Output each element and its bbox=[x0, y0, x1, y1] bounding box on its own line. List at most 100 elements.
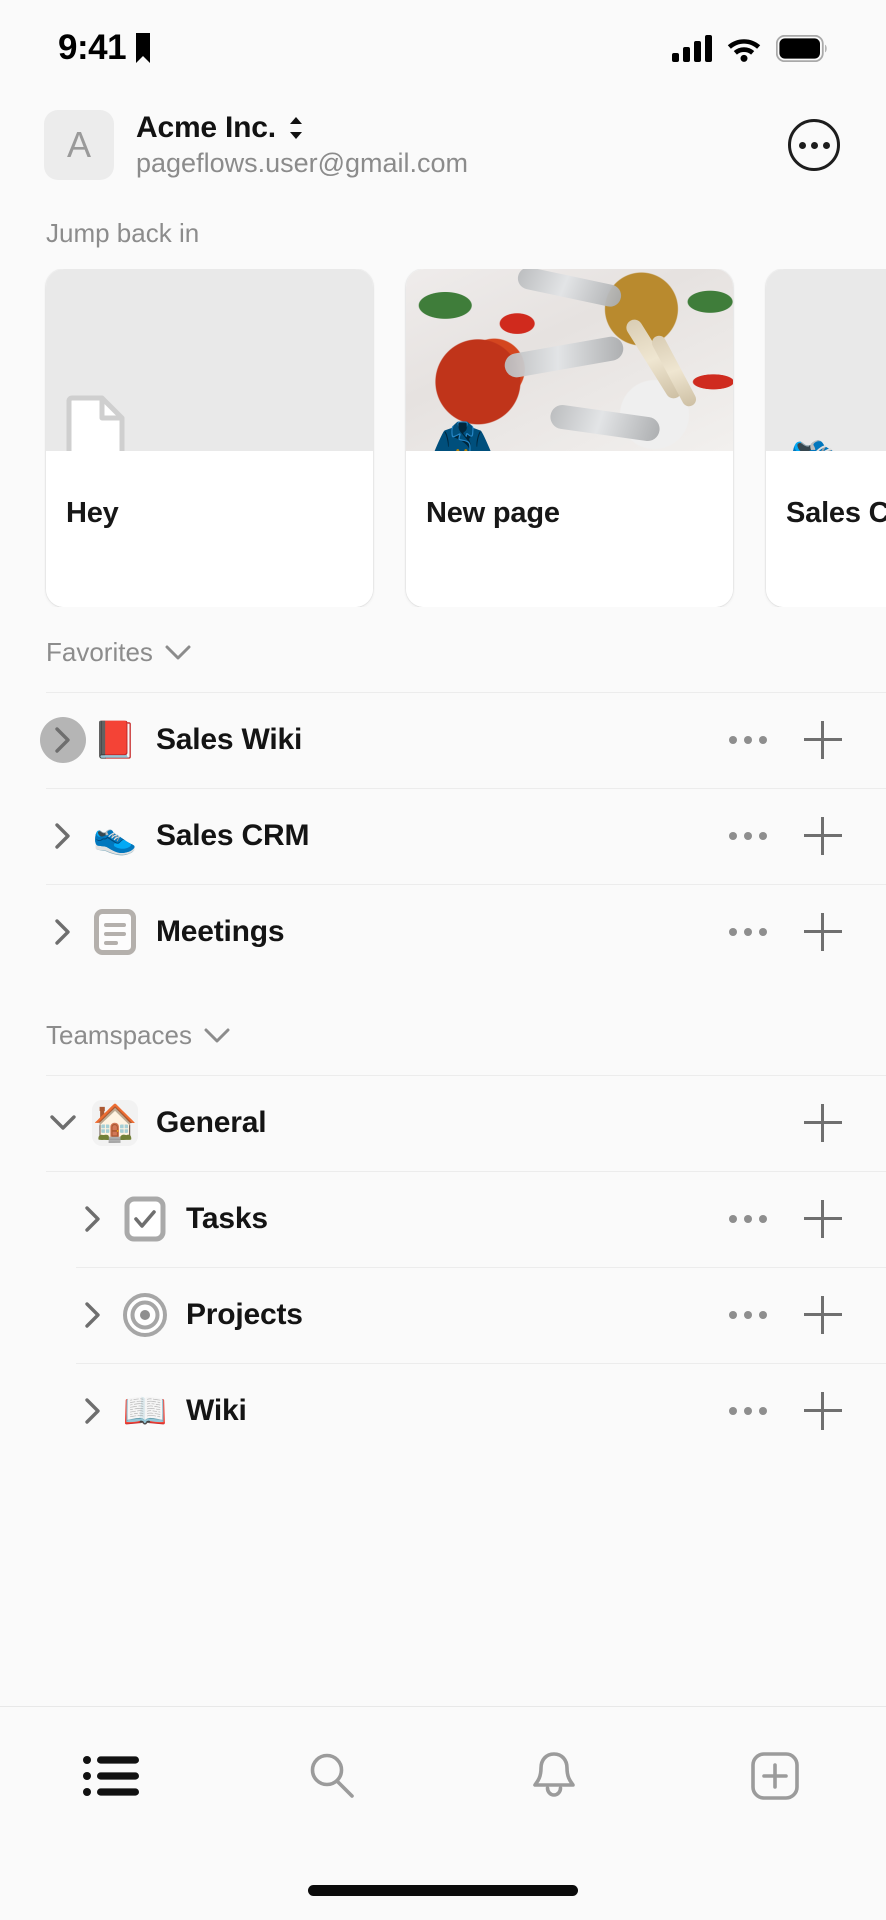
chevron-down-icon bbox=[165, 645, 191, 659]
ellipsis-icon[interactable] bbox=[726, 928, 770, 936]
closed-book-emoji: 📕 bbox=[92, 719, 138, 760]
recent-card[interactable]: 👟 Sales C bbox=[766, 269, 886, 607]
battery-icon bbox=[776, 34, 827, 62]
bell-icon bbox=[532, 1752, 575, 1797]
teamspaces-title: Teamspaces bbox=[46, 1020, 192, 1050]
app-screen: 9:41 A Acme Inc. pageflows.user@gmail.co… bbox=[0, 0, 886, 1920]
chevron-down-icon bbox=[204, 1028, 230, 1042]
chevron-right-icon[interactable] bbox=[40, 813, 86, 859]
teamspaces-header[interactable]: Teamspaces bbox=[0, 980, 886, 1071]
list-item[interactable]: Tasks bbox=[0, 1171, 886, 1267]
status-time: 9:41 bbox=[58, 28, 127, 67]
jump-back-in-carousel[interactable]: Hey 🧥 New page � bbox=[0, 269, 886, 607]
status-bar-right bbox=[672, 34, 828, 62]
note-card-icon bbox=[92, 909, 138, 955]
card-body: New page bbox=[406, 451, 733, 607]
tab-new[interactable] bbox=[665, 1741, 886, 1811]
status-bar: 9:41 bbox=[0, 0, 886, 96]
running-shoe-emoji: 👟 bbox=[92, 815, 138, 856]
account-text: Acme Inc. pageflows.user@gmail.com bbox=[136, 111, 766, 179]
recent-card[interactable]: Hey bbox=[46, 269, 373, 607]
account-email: pageflows.user@gmail.com bbox=[136, 148, 469, 178]
status-bar-left: 9:41 bbox=[58, 28, 151, 68]
add-icon[interactable] bbox=[804, 1296, 842, 1334]
teamspaces-list: 🏠 General Tasks Projects 📖 Wiki bbox=[0, 1075, 886, 1459]
add-icon[interactable] bbox=[804, 1104, 842, 1142]
wifi-icon bbox=[727, 38, 761, 62]
add-icon[interactable] bbox=[804, 721, 842, 759]
home-indicator-area bbox=[0, 1860, 886, 1920]
card-body: Sales C bbox=[766, 451, 886, 607]
open-book-emoji: 📖 bbox=[122, 1390, 168, 1431]
checkbox-icon bbox=[122, 1196, 168, 1242]
list-item[interactable]: 📖 Wiki bbox=[0, 1363, 886, 1459]
ellipsis-icon[interactable] bbox=[726, 1311, 770, 1319]
page-icon bbox=[66, 395, 125, 451]
list-item[interactable]: Meetings bbox=[0, 884, 886, 980]
chevron-right-icon[interactable] bbox=[40, 909, 86, 955]
favorites-title: Favorites bbox=[46, 637, 153, 667]
row-actions bbox=[726, 1200, 842, 1238]
favorites-header[interactable]: Favorites bbox=[0, 607, 886, 688]
workspace-name: Acme Inc. bbox=[136, 111, 276, 144]
row-actions bbox=[804, 1104, 842, 1142]
ellipsis-icon[interactable] bbox=[726, 1215, 770, 1223]
row-actions bbox=[726, 913, 842, 951]
chevron-up-down-icon bbox=[289, 117, 302, 139]
bullseye-icon bbox=[122, 1292, 168, 1338]
chevron-right-icon[interactable] bbox=[70, 1292, 116, 1338]
add-icon[interactable] bbox=[804, 913, 842, 951]
tab-bar bbox=[0, 1706, 886, 1860]
running-shoe-emoji: 👟 bbox=[788, 421, 865, 452]
ellipsis-icon[interactable] bbox=[726, 736, 770, 744]
add-icon[interactable] bbox=[804, 1392, 842, 1430]
home-indicator bbox=[308, 1884, 578, 1896]
list-item[interactable]: 👟 Sales CRM bbox=[0, 788, 886, 884]
card-title: Hey bbox=[66, 497, 119, 529]
workspace-switcher[interactable]: Acme Inc. bbox=[136, 111, 766, 145]
avatar: A bbox=[44, 110, 114, 180]
add-icon[interactable] bbox=[804, 1200, 842, 1238]
ellipsis-icon[interactable] bbox=[726, 1407, 770, 1415]
chevron-right-icon[interactable] bbox=[40, 717, 86, 763]
row-actions bbox=[726, 721, 842, 759]
chevron-down-icon[interactable] bbox=[40, 1100, 86, 1146]
list-item-label: General bbox=[156, 1106, 267, 1139]
tab-inbox[interactable] bbox=[443, 1741, 665, 1811]
add-icon[interactable] bbox=[804, 817, 842, 855]
ellipsis-icon[interactable] bbox=[726, 832, 770, 840]
row-actions bbox=[726, 1392, 842, 1430]
bookmark-icon bbox=[136, 33, 151, 63]
list-item[interactable]: Projects bbox=[0, 1267, 886, 1363]
list-item[interactable]: 🏠 General bbox=[0, 1075, 886, 1171]
search-icon bbox=[310, 1753, 355, 1798]
tab-list[interactable] bbox=[0, 1741, 222, 1811]
content-scroll-area[interactable]: Jump back in Hey New page Sales C Favori… bbox=[0, 206, 886, 1706]
chevron-right-icon[interactable] bbox=[70, 1388, 116, 1434]
jump-back-in-title: Jump back in bbox=[46, 218, 200, 248]
list-item-label: Projects bbox=[186, 1298, 303, 1331]
row-actions bbox=[726, 1296, 842, 1334]
list-item-label: Sales Wiki bbox=[156, 723, 303, 756]
account-header[interactable]: A Acme Inc. pageflows.user@gmail.com bbox=[0, 96, 886, 206]
list-item-label: Wiki bbox=[186, 1394, 247, 1427]
list-item[interactable]: 📕 Sales Wiki bbox=[0, 692, 886, 788]
card-body: Hey bbox=[46, 451, 373, 607]
list-item-label: Meetings bbox=[156, 915, 285, 948]
card-cover bbox=[46, 269, 373, 451]
card-title: New page bbox=[426, 497, 560, 529]
ellipsis-circle-icon[interactable] bbox=[788, 119, 840, 171]
chevron-right-icon[interactable] bbox=[70, 1196, 116, 1242]
cellular-signal-icon bbox=[672, 34, 712, 62]
card-cover: 🧥 bbox=[406, 269, 733, 451]
tab-search[interactable] bbox=[222, 1741, 444, 1811]
list-item-label: Tasks bbox=[186, 1202, 268, 1235]
card-cover: 👟 bbox=[766, 269, 886, 451]
list-item-label: Sales CRM bbox=[156, 819, 310, 852]
plus-square-icon bbox=[751, 1752, 800, 1800]
clothes-hanger-emoji: 🧥 bbox=[424, 421, 501, 452]
recent-card[interactable]: 🧥 New page bbox=[406, 269, 733, 607]
jump-back-in-header: Jump back in bbox=[0, 206, 886, 269]
card-title: Sales C bbox=[786, 497, 886, 529]
row-actions bbox=[726, 817, 842, 855]
